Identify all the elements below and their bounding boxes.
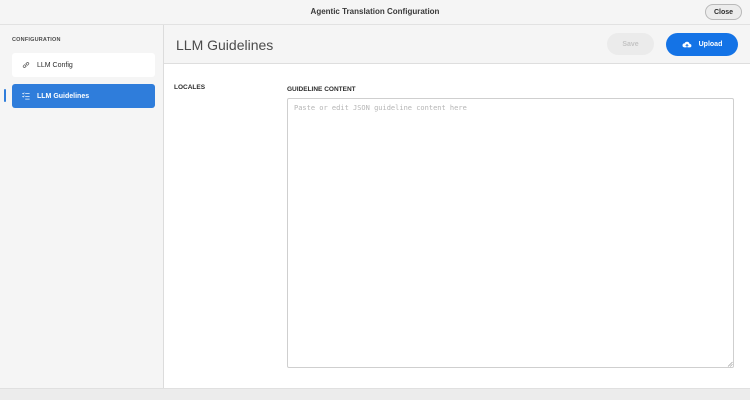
footer-strip bbox=[0, 388, 750, 400]
close-button[interactable]: Close bbox=[705, 4, 742, 20]
window-title: Agentic Translation Configuration bbox=[310, 7, 440, 16]
save-button[interactable]: Save bbox=[607, 33, 654, 55]
sidebar: CONFIGURATION LLM Config LLM Guidelines bbox=[0, 25, 164, 388]
guideline-content-label: GUIDELINE CONTENT bbox=[287, 86, 356, 93]
list-icon bbox=[22, 92, 30, 100]
main-panel: LLM Guidelines Save Upload LOCALES GUIDE… bbox=[164, 25, 750, 388]
main-header: LLM Guidelines Save Upload bbox=[164, 25, 750, 64]
sidebar-item-llm-guidelines[interactable]: LLM Guidelines bbox=[12, 84, 155, 108]
resize-grip-icon[interactable] bbox=[727, 361, 733, 367]
cloud-upload-icon bbox=[682, 41, 692, 49]
sidebar-item-label: LLM Config bbox=[37, 61, 73, 69]
locales-label: LOCALES bbox=[174, 84, 206, 91]
link-icon bbox=[22, 61, 30, 69]
page-title: LLM Guidelines bbox=[176, 37, 274, 53]
upload-label: Upload bbox=[698, 41, 723, 48]
active-indicator bbox=[4, 89, 6, 102]
sidebar-heading: CONFIGURATION bbox=[12, 37, 61, 43]
upload-button[interactable]: Upload bbox=[666, 33, 738, 56]
sidebar-item-llm-config[interactable]: LLM Config bbox=[12, 53, 155, 77]
guideline-content-textarea[interactable] bbox=[287, 98, 734, 368]
sidebar-item-label: LLM Guidelines bbox=[37, 92, 90, 100]
title-bar: Agentic Translation Configuration Close bbox=[0, 0, 750, 25]
